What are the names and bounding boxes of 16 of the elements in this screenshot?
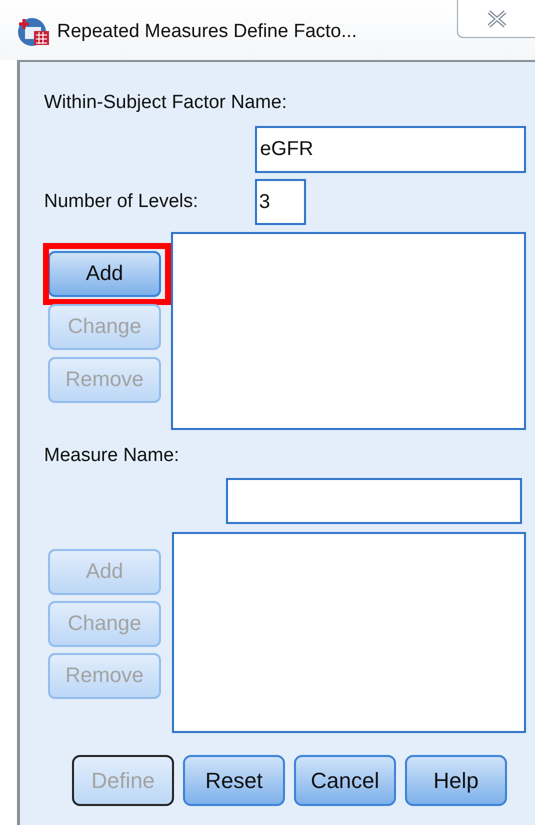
factor-name-field[interactable]: eGFR [255, 126, 526, 173]
dialog-button[interactable]: Reset [183, 755, 285, 806]
levels-label: Number of Levels: [44, 190, 200, 214]
dialog-button[interactable]: Cancel [294, 755, 396, 806]
levels-field[interactable]: 3 [255, 179, 306, 225]
factor-list[interactable] [171, 232, 526, 430]
window-title: Repeated Measures Define Facto... [57, 20, 357, 44]
app-icon [17, 17, 51, 47]
measure-list[interactable] [172, 532, 526, 733]
measure-name-label: Measure Name: [44, 444, 180, 468]
close-button[interactable] [457, 0, 535, 38]
action-button[interactable]: Add [48, 251, 161, 297]
dialog-button[interactable]: Help [405, 755, 507, 806]
close-icon [486, 10, 508, 28]
factor-name-label: Within-Subject Factor Name: [44, 91, 287, 115]
measure-name-field[interactable] [226, 478, 522, 524]
